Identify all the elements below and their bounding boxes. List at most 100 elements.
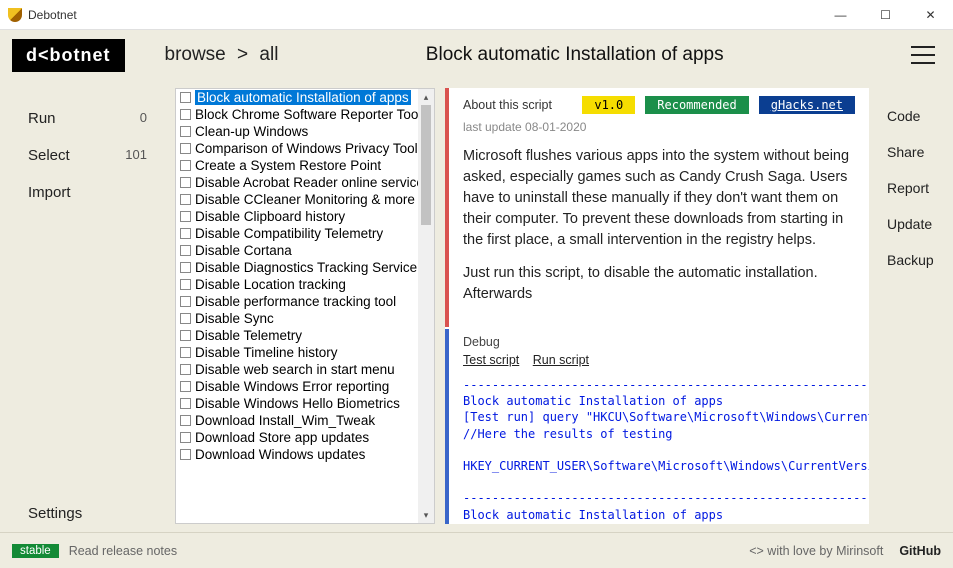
list-item[interactable]: Create a System Restore Point: [176, 157, 418, 174]
checkbox[interactable]: [180, 194, 191, 205]
list-item[interactable]: Download Windows updates: [176, 446, 418, 463]
scroll-up-icon[interactable]: ▴: [418, 89, 434, 105]
detail-pane: About this script v1.0 Recommended gHack…: [445, 88, 869, 524]
footer: stable Read release notes <> with love b…: [0, 532, 953, 568]
maximize-button[interactable]: ☐: [863, 0, 908, 30]
window-title: Debotnet: [28, 8, 818, 22]
main-area: Run 0 Select 101 Import Settings Block a…: [0, 80, 953, 532]
list-item[interactable]: Disable Windows Error reporting: [176, 378, 418, 395]
crumb-browse[interactable]: browse: [165, 44, 226, 65]
checkbox[interactable]: [180, 381, 191, 392]
list-item-label: Disable CCleaner Monitoring & more: [195, 192, 415, 207]
nav-report[interactable]: Report: [875, 170, 953, 206]
nav-run[interactable]: Run 0: [0, 100, 175, 137]
desc-p2: Just run this script, to disable the aut…: [463, 263, 855, 305]
checkbox[interactable]: [180, 177, 191, 188]
checkbox[interactable]: [180, 279, 191, 290]
close-button[interactable]: ✕: [908, 0, 953, 30]
debug-links: Test script Run script: [463, 353, 869, 367]
nav-select[interactable]: Select 101: [0, 137, 175, 174]
list-item[interactable]: Download Install_Wim_Tweak: [176, 412, 418, 429]
list-item[interactable]: Disable Compatibility Telemetry: [176, 225, 418, 242]
list-item[interactable]: Disable Cortana: [176, 242, 418, 259]
list-item[interactable]: Disable Acrobat Reader online service: [176, 174, 418, 191]
list-item-label: Disable Clipboard history: [195, 209, 345, 224]
nav-share[interactable]: Share: [875, 134, 953, 170]
scrollbar[interactable]: ▴ ▾: [418, 89, 434, 523]
list-item-label: Download Windows updates: [195, 447, 365, 462]
scroll-thumb[interactable]: [421, 105, 431, 225]
list-item[interactable]: Disable Location tracking: [176, 276, 418, 293]
list-item-label: Disable Compatibility Telemetry: [195, 226, 383, 241]
nav-run-count: 0: [140, 110, 147, 127]
checkbox[interactable]: [180, 109, 191, 120]
checkbox[interactable]: [180, 398, 191, 409]
right-nav: Code Share Report Update Backup: [875, 80, 953, 532]
github-link[interactable]: GitHub: [899, 544, 941, 558]
list-item-label: Disable Telemetry: [195, 328, 302, 343]
list-item[interactable]: Comparison of Windows Privacy Tools: [176, 140, 418, 157]
list-item-label: Disable Windows Hello Biometrics: [195, 396, 400, 411]
list-item[interactable]: Disable web search in start menu: [176, 361, 418, 378]
list-item[interactable]: Disable Sync: [176, 310, 418, 327]
release-notes-link[interactable]: Read release notes: [69, 544, 177, 558]
nav-update[interactable]: Update: [875, 206, 953, 242]
list-item-label: Disable Windows Error reporting: [195, 379, 389, 394]
app-logo: d<botnet: [12, 39, 125, 72]
checkbox[interactable]: [180, 160, 191, 171]
list-item-label: Disable web search in start menu: [195, 362, 395, 377]
checkbox[interactable]: [180, 262, 191, 273]
checkbox[interactable]: [180, 92, 191, 103]
checkbox[interactable]: [180, 449, 191, 460]
nav-backup[interactable]: Backup: [875, 242, 953, 278]
checkbox[interactable]: [180, 415, 191, 426]
about-box: About this script v1.0 Recommended gHack…: [445, 88, 869, 327]
test-script-link[interactable]: Test script: [463, 353, 519, 367]
menu-icon[interactable]: [911, 46, 935, 64]
checkbox[interactable]: [180, 245, 191, 256]
checkbox[interactable]: [180, 143, 191, 154]
checkbox[interactable]: [180, 126, 191, 137]
list-item-label: Disable Diagnostics Tracking Service: [195, 260, 417, 275]
checkbox[interactable]: [180, 432, 191, 443]
list-item-label: Disable Location tracking: [195, 277, 346, 292]
list-item-label: Block automatic Installation of apps: [195, 90, 411, 105]
credit-text: <> with love by Mirinsoft: [749, 544, 883, 558]
list-item[interactable]: Block automatic Installation of apps: [176, 89, 418, 106]
checkbox[interactable]: [180, 313, 191, 324]
list-item[interactable]: Disable Timeline history: [176, 344, 418, 361]
list-item[interactable]: Disable Telemetry: [176, 327, 418, 344]
checkbox[interactable]: [180, 330, 191, 341]
list-item[interactable]: Clean-up Windows: [176, 123, 418, 140]
run-script-link[interactable]: Run script: [533, 353, 589, 367]
nav-settings[interactable]: Settings: [0, 495, 175, 532]
list-item[interactable]: Disable CCleaner Monitoring & more: [176, 191, 418, 208]
minimize-button[interactable]: —: [818, 0, 863, 30]
checkbox[interactable]: [180, 347, 191, 358]
nav-import[interactable]: Import: [0, 174, 175, 211]
list-item-label: Disable Sync: [195, 311, 274, 326]
list-item[interactable]: Block Chrome Software Reporter Tool: [176, 106, 418, 123]
list-item[interactable]: Disable Clipboard history: [176, 208, 418, 225]
checkbox[interactable]: [180, 211, 191, 222]
checkbox[interactable]: [180, 296, 191, 307]
list-item[interactable]: Download Store app updates: [176, 429, 418, 446]
scroll-down-icon[interactable]: ▾: [418, 507, 434, 523]
checkbox[interactable]: [180, 228, 191, 239]
source-link[interactable]: gHacks.net: [759, 96, 855, 114]
nav-code[interactable]: Code: [875, 98, 953, 134]
list-item[interactable]: Disable Diagnostics Tracking Service: [176, 259, 418, 276]
nav-select-label: Select: [28, 147, 70, 164]
list-item[interactable]: Disable performance tracking tool: [176, 293, 418, 310]
list-item[interactable]: Disable Windows Hello Biometrics: [176, 395, 418, 412]
crumb-all[interactable]: all: [259, 44, 278, 65]
list-item-label: Download Store app updates: [195, 430, 369, 445]
list-item-label: Create a System Restore Point: [195, 158, 381, 173]
checkbox[interactable]: [180, 364, 191, 375]
header-bar: d<botnet browse > all Block automatic In…: [0, 30, 953, 80]
recommended-badge: Recommended: [645, 96, 748, 114]
debug-heading: Debug: [463, 335, 869, 349]
debug-output: ----------------------------------------…: [463, 377, 869, 524]
last-update: last update 08-01-2020: [463, 120, 855, 134]
nav-import-label: Import: [28, 184, 71, 201]
